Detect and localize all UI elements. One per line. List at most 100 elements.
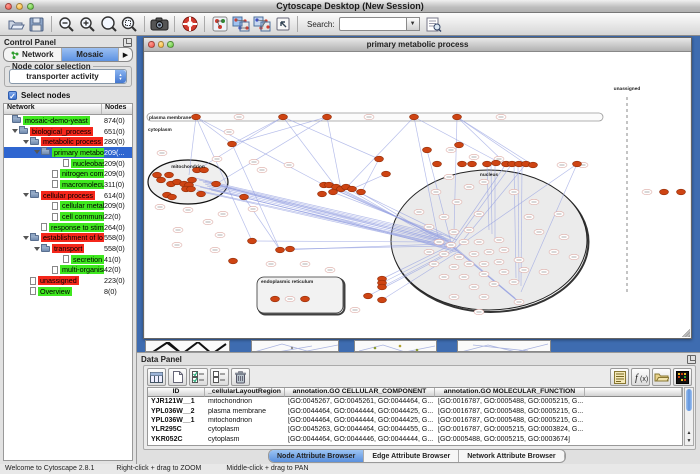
select-attrs-button[interactable] xyxy=(189,368,208,386)
table-cell: [GO:0016787, GO:0005488, GO:0005215, G..… xyxy=(435,417,585,424)
tree-row[interactable]: macromolecule311(0) xyxy=(4,179,132,190)
tree-row[interactable]: cell communicat22(0) xyxy=(4,211,132,222)
more-tabs-button[interactable]: ▶ xyxy=(119,48,132,61)
search-dropdown[interactable]: ▼ xyxy=(407,17,420,31)
zoom-out-button[interactable] xyxy=(56,15,77,34)
tree-row[interactable]: cellular process614(0) xyxy=(4,190,132,201)
tab-network[interactable]: Network xyxy=(4,48,62,61)
tree-column-nodes[interactable]: Nodes xyxy=(102,104,132,114)
tree-row-label: transport xyxy=(52,244,84,253)
tree-row[interactable]: transport558(0) xyxy=(4,243,132,254)
background-window-4[interactable] xyxy=(457,340,551,352)
table-row[interactable]: YKR052Ccytoplasm[GO:0044464, GO:0044446,… xyxy=(148,435,682,444)
tab-network-attribute-browser[interactable]: Network Attribute Browser xyxy=(459,450,564,462)
tree-row[interactable]: metabolic process280(0) xyxy=(4,136,132,147)
tree-row[interactable]: nucleobase-209(0) xyxy=(4,158,132,169)
function-button[interactable]: f(x) xyxy=(631,368,650,386)
table-cell: [GO:0044464, GO:0044446, GO:0044444, G..… xyxy=(285,436,435,443)
edge xyxy=(216,117,327,184)
table-row[interactable]: YPL036W__2plasma membrane[GO:0044464, GO… xyxy=(148,406,682,415)
zoom-in-button[interactable] xyxy=(77,15,98,34)
network-window-titlebar[interactable]: primary metabolic process xyxy=(144,38,691,52)
table-row[interactable]: YLR295Ccytoplasm[GO:0045263, GO:0044464,… xyxy=(148,425,682,434)
table-column-header[interactable]: ID xyxy=(148,388,205,397)
node-red xyxy=(375,156,384,162)
tree-row[interactable]: biological_process651(0) xyxy=(4,126,132,137)
tree-row-label: establishment of lo xyxy=(41,233,104,242)
network-view-window[interactable]: primary metabolic process plasma membran… xyxy=(143,37,692,339)
table-column-header[interactable]: annotation.GO CELLULAR_COMPONENT xyxy=(285,388,435,397)
attr-list-button[interactable] xyxy=(610,368,629,386)
tree-row[interactable]: nitrogen compo209(0) xyxy=(4,168,132,179)
node-red xyxy=(378,284,387,290)
tab-node-attribute-browser[interactable]: Node Attribute Browser xyxy=(269,450,364,462)
attribute-table: ID_cellularLayoutRegionannotation.GO CEL… xyxy=(147,387,683,446)
tree-column-network[interactable]: Network xyxy=(4,104,102,114)
new-doc-button[interactable] xyxy=(168,368,187,386)
select-nodes-checkbox[interactable]: ✓ xyxy=(8,91,17,100)
expand-arrow-icon[interactable] xyxy=(23,140,29,144)
node-color-combo[interactable]: transporter activity ▲▼ xyxy=(9,69,127,84)
tab-mosaic[interactable]: Mosaic xyxy=(62,48,120,61)
float-panel-icon[interactable] xyxy=(687,355,696,364)
network-canvas[interactable]: plasma membranecytoplasmmitochondrionnuc… xyxy=(145,52,690,338)
search-plugin-button[interactable] xyxy=(424,15,445,34)
tree-row[interactable]: multi-organism pro42(0) xyxy=(4,265,132,276)
layout-a-button[interactable] xyxy=(230,15,251,34)
snapshot-button[interactable] xyxy=(149,15,170,34)
compartment-nucleus xyxy=(391,170,587,310)
tree-row[interactable]: unassigned223(0) xyxy=(4,275,132,286)
compartment-label: mitochondrion xyxy=(171,164,205,170)
background-window-2[interactable] xyxy=(251,340,339,352)
table-column-header[interactable]: _cellularLayoutRegion xyxy=(205,388,285,397)
table-row[interactable]: YJR121W__1mitochondrion[GO:0045267, GO:0… xyxy=(148,397,682,406)
save-button[interactable] xyxy=(26,15,47,34)
select-nodes-label: Select nodes xyxy=(21,91,70,100)
table-cell: [GO:0016787, GO:0005488, GO:0005215, G..… xyxy=(435,398,585,405)
resize-grip[interactable] xyxy=(682,329,690,337)
search-input[interactable] xyxy=(339,17,407,31)
layout-b-button[interactable] xyxy=(251,15,272,34)
tree-row[interactable]: establishment of lo558(0) xyxy=(4,233,132,244)
import-button[interactable] xyxy=(272,15,293,34)
table-row[interactable]: YDR039C__1mitochondrion[GO:0044464, GO:0… xyxy=(148,444,682,446)
node-red xyxy=(271,296,280,302)
tree-row[interactable]: cellular metabo209(0) xyxy=(4,201,132,212)
node-red xyxy=(197,191,206,197)
background-window-3[interactable] xyxy=(354,340,437,352)
expand-arrow-icon[interactable] xyxy=(12,129,18,133)
table-column-header[interactable]: annotation.GO MOLECULAR_FUNCTION xyxy=(435,388,585,397)
tree-row[interactable]: response to stimulu264(0) xyxy=(4,222,132,233)
expand-arrow-icon[interactable] xyxy=(34,150,40,154)
table-cell: [GO:0045263, GO:0044464, GO:0044455, G..… xyxy=(285,426,435,433)
tree-row[interactable]: Overview8(0) xyxy=(4,286,132,297)
expand-arrow-icon[interactable] xyxy=(23,193,29,197)
background-window-1[interactable] xyxy=(145,340,230,352)
vizmapper-button[interactable] xyxy=(209,15,230,34)
float-panel-icon[interactable] xyxy=(123,38,132,47)
node-red xyxy=(188,177,197,183)
zoom-fit-button[interactable] xyxy=(98,15,119,34)
node-red xyxy=(433,161,442,167)
zoom-selected-button[interactable] xyxy=(119,15,140,34)
unselect-attrs-button[interactable] xyxy=(210,368,229,386)
app-titlebar[interactable]: Cytoscape Desktop (New Session) xyxy=(0,0,700,13)
matrix-button[interactable] xyxy=(673,368,692,386)
node-red xyxy=(423,147,432,153)
tree-row-count: 42(0) xyxy=(104,265,132,274)
import-table-button[interactable] xyxy=(652,368,671,386)
expand-arrow-icon[interactable] xyxy=(34,247,40,251)
trash-button[interactable] xyxy=(231,368,250,386)
tree-row[interactable]: mosaic-demo-yeast874(0) xyxy=(4,115,132,126)
table-scrollbar[interactable]: ▲ ▼ xyxy=(684,387,694,446)
help-button[interactable] xyxy=(179,15,200,34)
table-button[interactable] xyxy=(147,368,166,386)
table-cell: mitochondrion xyxy=(205,445,285,446)
tree-row[interactable]: primary metabolic209(... xyxy=(4,147,132,158)
table-row[interactable]: YPL036W__1mitochondrion[GO:0044464, GO:0… xyxy=(148,416,682,425)
tab-edge-attribute-browser[interactable]: Edge Attribute Browser xyxy=(364,450,459,462)
node-red xyxy=(157,177,166,183)
open-button[interactable] xyxy=(5,15,26,34)
tree-row[interactable]: secretion41(0) xyxy=(4,254,132,265)
expand-arrow-icon[interactable] xyxy=(23,236,29,240)
